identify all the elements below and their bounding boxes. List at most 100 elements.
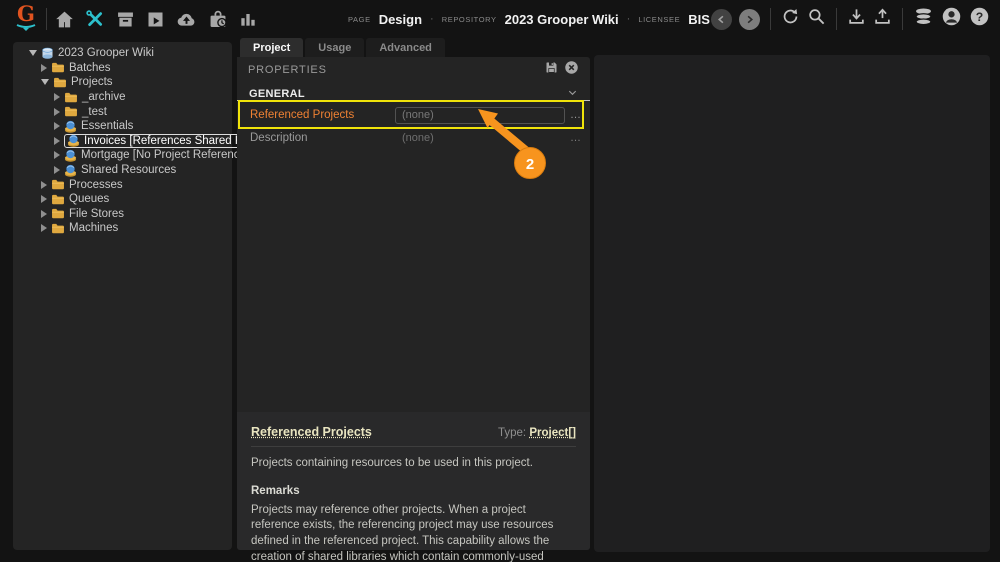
expander-collapsed-icon[interactable] [54, 151, 60, 159]
folder-icon [64, 106, 78, 117]
tree-item-projects[interactable]: Projects [13, 75, 232, 90]
refresh-icon[interactable] [781, 7, 800, 31]
property-label: Referenced Projects [237, 109, 395, 121]
tree-item-label: Shared Resources [81, 164, 176, 176]
expander-collapsed-icon[interactable] [41, 224, 47, 232]
project-icon [64, 164, 77, 177]
ellipsis-button[interactable]: … [570, 109, 590, 121]
project-icon [67, 134, 80, 147]
tree-item-test[interactable]: _test [13, 104, 232, 119]
folder-icon [53, 77, 67, 88]
tree-item-processes[interactable]: Processes [13, 177, 232, 192]
home-icon[interactable] [54, 9, 75, 30]
expander-expanded-icon[interactable] [29, 50, 37, 56]
download-icon[interactable] [847, 7, 866, 31]
toolbar-divider [46, 8, 47, 30]
expander-collapsed-icon[interactable] [54, 122, 60, 130]
property-help-panel: Referenced Projects Type: Project[] Proj… [237, 412, 590, 550]
upload-icon[interactable] [873, 7, 892, 31]
user-icon[interactable] [941, 6, 962, 32]
tree-item-invoices[interactable]: Invoices [References Shared Resources] [13, 134, 232, 149]
help-summary: Projects containing resources to be used… [251, 456, 576, 472]
detail-tabbar: Project Usage Advanced [240, 38, 445, 57]
help-title: Referenced Projects [251, 425, 498, 439]
property-panel: PROPERTIES GENERAL [237, 57, 590, 550]
tree-item-mortgage[interactable]: Mortgage [No Project References] [13, 148, 232, 163]
grooper-design-window: G [0, 0, 1000, 562]
toolbar-divider [902, 8, 903, 30]
licensee-value: BIS [688, 12, 710, 27]
project-icon [64, 120, 77, 133]
database-icon[interactable] [913, 6, 934, 32]
save-icon[interactable] [544, 60, 559, 80]
expander-collapsed-icon[interactable] [41, 64, 47, 72]
help-icon[interactable]: ? [969, 6, 990, 32]
tree-item-machines[interactable]: Machines [13, 221, 232, 236]
tree-item-file-stores[interactable]: File Stores [13, 207, 232, 222]
tree-item-label: Batches [69, 62, 111, 74]
design-tools-icon[interactable] [84, 8, 106, 30]
expander-collapsed-icon[interactable] [41, 195, 47, 203]
tree-item-repository-root[interactable]: 2023 Grooper Wiki [13, 46, 232, 61]
repository-label: REPOSITORY [442, 15, 497, 24]
tree-item-shared-resources[interactable]: Shared Resources [13, 163, 232, 178]
tab-label: Usage [318, 42, 351, 54]
property-label: Description [237, 132, 395, 144]
close-icon[interactable] [564, 60, 579, 80]
toolbar-divider [770, 8, 771, 30]
help-type: Type: Project[] [498, 427, 576, 439]
tree-item-label: _test [82, 106, 107, 118]
tree-item-label: Queues [69, 193, 109, 205]
tree-item-batches[interactable]: Batches [13, 61, 232, 76]
help-remarks-text: Projects may reference other projects. W… [251, 503, 576, 562]
box-play-icon[interactable] [145, 9, 166, 30]
tree-item-archive[interactable]: _archive [13, 90, 232, 105]
search-icon[interactable] [807, 7, 826, 31]
help-type-link[interactable]: Project[] [529, 427, 576, 439]
cloud-upload-icon[interactable] [175, 9, 198, 30]
expander-collapsed-icon[interactable] [41, 181, 47, 189]
forward-icon[interactable] [739, 9, 760, 30]
tab-usage[interactable]: Usage [305, 38, 364, 57]
batches-box-icon[interactable] [115, 9, 136, 30]
separator-dot: · [430, 13, 434, 25]
tree-item-label: _archive [82, 91, 125, 103]
repository-value[interactable]: 2023 Grooper Wiki [505, 12, 619, 27]
stats-bar-chart-icon[interactable] [238, 9, 258, 29]
expander-collapsed-icon[interactable] [54, 108, 60, 116]
node-tree-panel: 2023 Grooper Wiki Batches Projects _arch… [13, 42, 232, 550]
tab-advanced[interactable]: Advanced [366, 38, 445, 57]
grooper-logo[interactable]: G [12, 2, 40, 36]
page-value[interactable]: Design [379, 12, 422, 27]
section-general-header[interactable]: GENERAL [237, 88, 590, 101]
property-row-description[interactable]: Description (none) … [237, 129, 590, 147]
page-label: PAGE [348, 15, 371, 24]
expander-collapsed-icon[interactable] [54, 93, 60, 101]
expander-expanded-icon[interactable] [41, 79, 49, 85]
toolbar-divider [836, 8, 837, 30]
jobs-briefcase-clock-icon[interactable] [207, 9, 229, 30]
tab-label: Advanced [379, 42, 432, 54]
expander-collapsed-icon[interactable] [54, 137, 60, 145]
tree-item-label: Mortgage [No Project References] [81, 149, 255, 161]
tab-project[interactable]: Project [240, 38, 303, 57]
content-viewer-panel [594, 55, 990, 552]
tree-item-label: Machines [69, 222, 118, 234]
ellipsis-button[interactable]: … [570, 132, 590, 144]
tab-label: Project [253, 42, 290, 54]
project-icon [64, 149, 77, 162]
tree-item-queues[interactable]: Queues [13, 192, 232, 207]
expander-collapsed-icon[interactable] [54, 166, 60, 174]
tree-item-essentials[interactable]: Essentials [13, 119, 232, 134]
folder-icon [51, 223, 65, 234]
property-row-referenced-projects[interactable]: Referenced Projects (none) … [237, 101, 590, 129]
referenced-projects-value-field[interactable]: (none) [395, 107, 565, 124]
back-icon[interactable] [711, 9, 732, 30]
folder-icon [64, 92, 78, 103]
expander-collapsed-icon[interactable] [41, 210, 47, 218]
properties-title: PROPERTIES [248, 64, 544, 76]
folder-icon [51, 62, 65, 73]
description-value[interactable]: (none) [395, 132, 565, 144]
repository-icon [41, 47, 54, 60]
licensee-label: LICENSEE [638, 15, 680, 24]
